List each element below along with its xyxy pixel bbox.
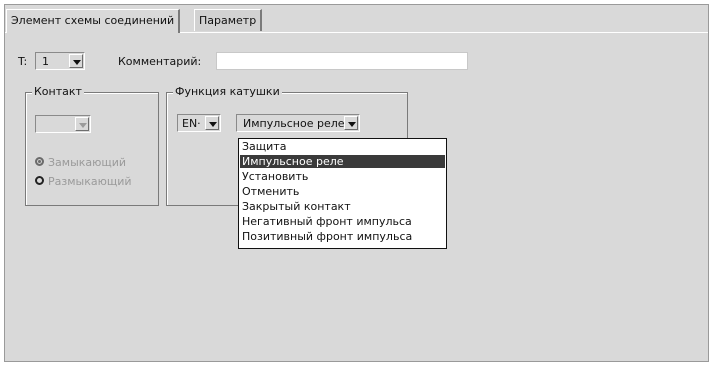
- tab-parameter[interactable]: Параметр: [194, 9, 263, 31]
- list-option[interactable]: Установить: [240, 170, 445, 183]
- radio-normally-open-label: Замыкающий: [48, 156, 127, 169]
- tab-connection-element-label: Элемент схемы соединений: [11, 14, 175, 27]
- en-dropdown[interactable]: EN·: [177, 114, 221, 132]
- coil-function-dropdown-button[interactable]: [344, 116, 358, 130]
- t-dropdown-value: 1: [42, 55, 49, 68]
- radio-normally-closed[interactable]: Размыкающий: [35, 175, 155, 189]
- radio-normally-closed-label: Размыкающий: [48, 175, 132, 188]
- dialog-window: Элемент схемы соединений Параметр T: 1 К…: [4, 4, 709, 362]
- chevron-down-icon: [209, 122, 217, 127]
- list-option[interactable]: Закрытый контакт: [240, 200, 445, 213]
- t-dropdown-button[interactable]: [69, 54, 83, 68]
- list-option-selected[interactable]: Импульсное реле: [240, 155, 445, 168]
- contact-group-title: Контакт: [32, 85, 84, 98]
- list-option[interactable]: Позитивный фронт импульса: [240, 230, 445, 243]
- tab-parameter-label: Параметр: [199, 14, 257, 27]
- radio-unchecked-icon: [35, 176, 44, 185]
- list-option[interactable]: Отменить: [240, 185, 445, 198]
- chevron-down-icon: [73, 60, 81, 65]
- contact-group: Контакт Замыкающий Размыкающий: [25, 85, 159, 206]
- coil-function-group-title: Функция катушки: [173, 85, 282, 98]
- radio-normally-open[interactable]: Замыкающий: [35, 156, 145, 170]
- contact-dropdown-button[interactable]: [75, 117, 89, 131]
- coil-function-dropdown[interactable]: Импульсное реле: [236, 114, 360, 132]
- contact-dropdown[interactable]: [35, 115, 91, 133]
- tab-connection-element[interactable]: Элемент схемы соединений: [6, 9, 181, 33]
- list-option[interactable]: Негативный фронт импульса: [240, 215, 445, 228]
- comment-input[interactable]: [216, 52, 468, 70]
- coil-function-dropdown-list: Защита Импульсное реле Установить Отмени…: [238, 138, 447, 249]
- t-label: T:: [18, 55, 28, 68]
- chevron-down-icon: [348, 122, 356, 127]
- t-dropdown[interactable]: 1: [35, 52, 85, 70]
- comment-label: Комментарий:: [118, 55, 202, 68]
- chevron-down-icon: [79, 123, 87, 128]
- radio-checked-icon: [35, 157, 44, 166]
- en-dropdown-button[interactable]: [205, 116, 219, 130]
- en-dropdown-value: EN·: [182, 117, 201, 130]
- list-option[interactable]: Защита: [240, 140, 445, 153]
- coil-function-dropdown-value: Импульсное реле: [243, 117, 345, 130]
